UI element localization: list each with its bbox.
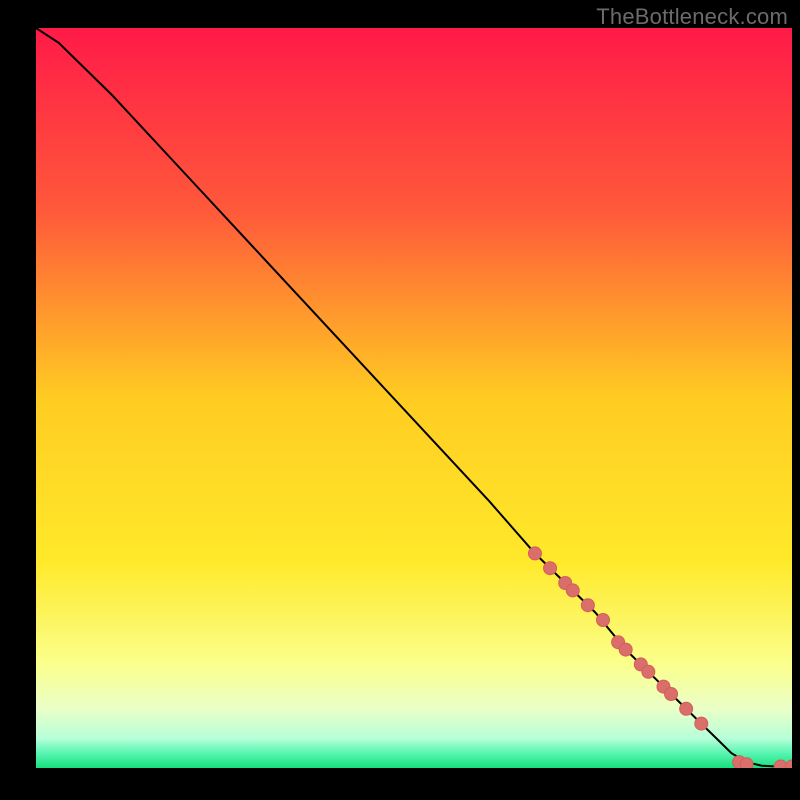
data-marker bbox=[581, 599, 594, 612]
data-marker bbox=[528, 547, 541, 560]
data-marker bbox=[695, 717, 708, 730]
data-marker bbox=[597, 614, 610, 627]
watermark-text: TheBottleneck.com bbox=[596, 4, 788, 30]
plot-area bbox=[36, 28, 792, 768]
data-marker bbox=[680, 702, 693, 715]
data-marker bbox=[642, 665, 655, 678]
data-marker bbox=[665, 688, 678, 701]
gradient-background bbox=[36, 28, 792, 768]
chart-frame: TheBottleneck.com bbox=[0, 0, 800, 800]
data-marker bbox=[740, 758, 753, 768]
data-marker bbox=[544, 562, 557, 575]
data-marker bbox=[619, 643, 632, 656]
data-marker bbox=[566, 584, 579, 597]
bottleneck-chart bbox=[36, 28, 792, 768]
